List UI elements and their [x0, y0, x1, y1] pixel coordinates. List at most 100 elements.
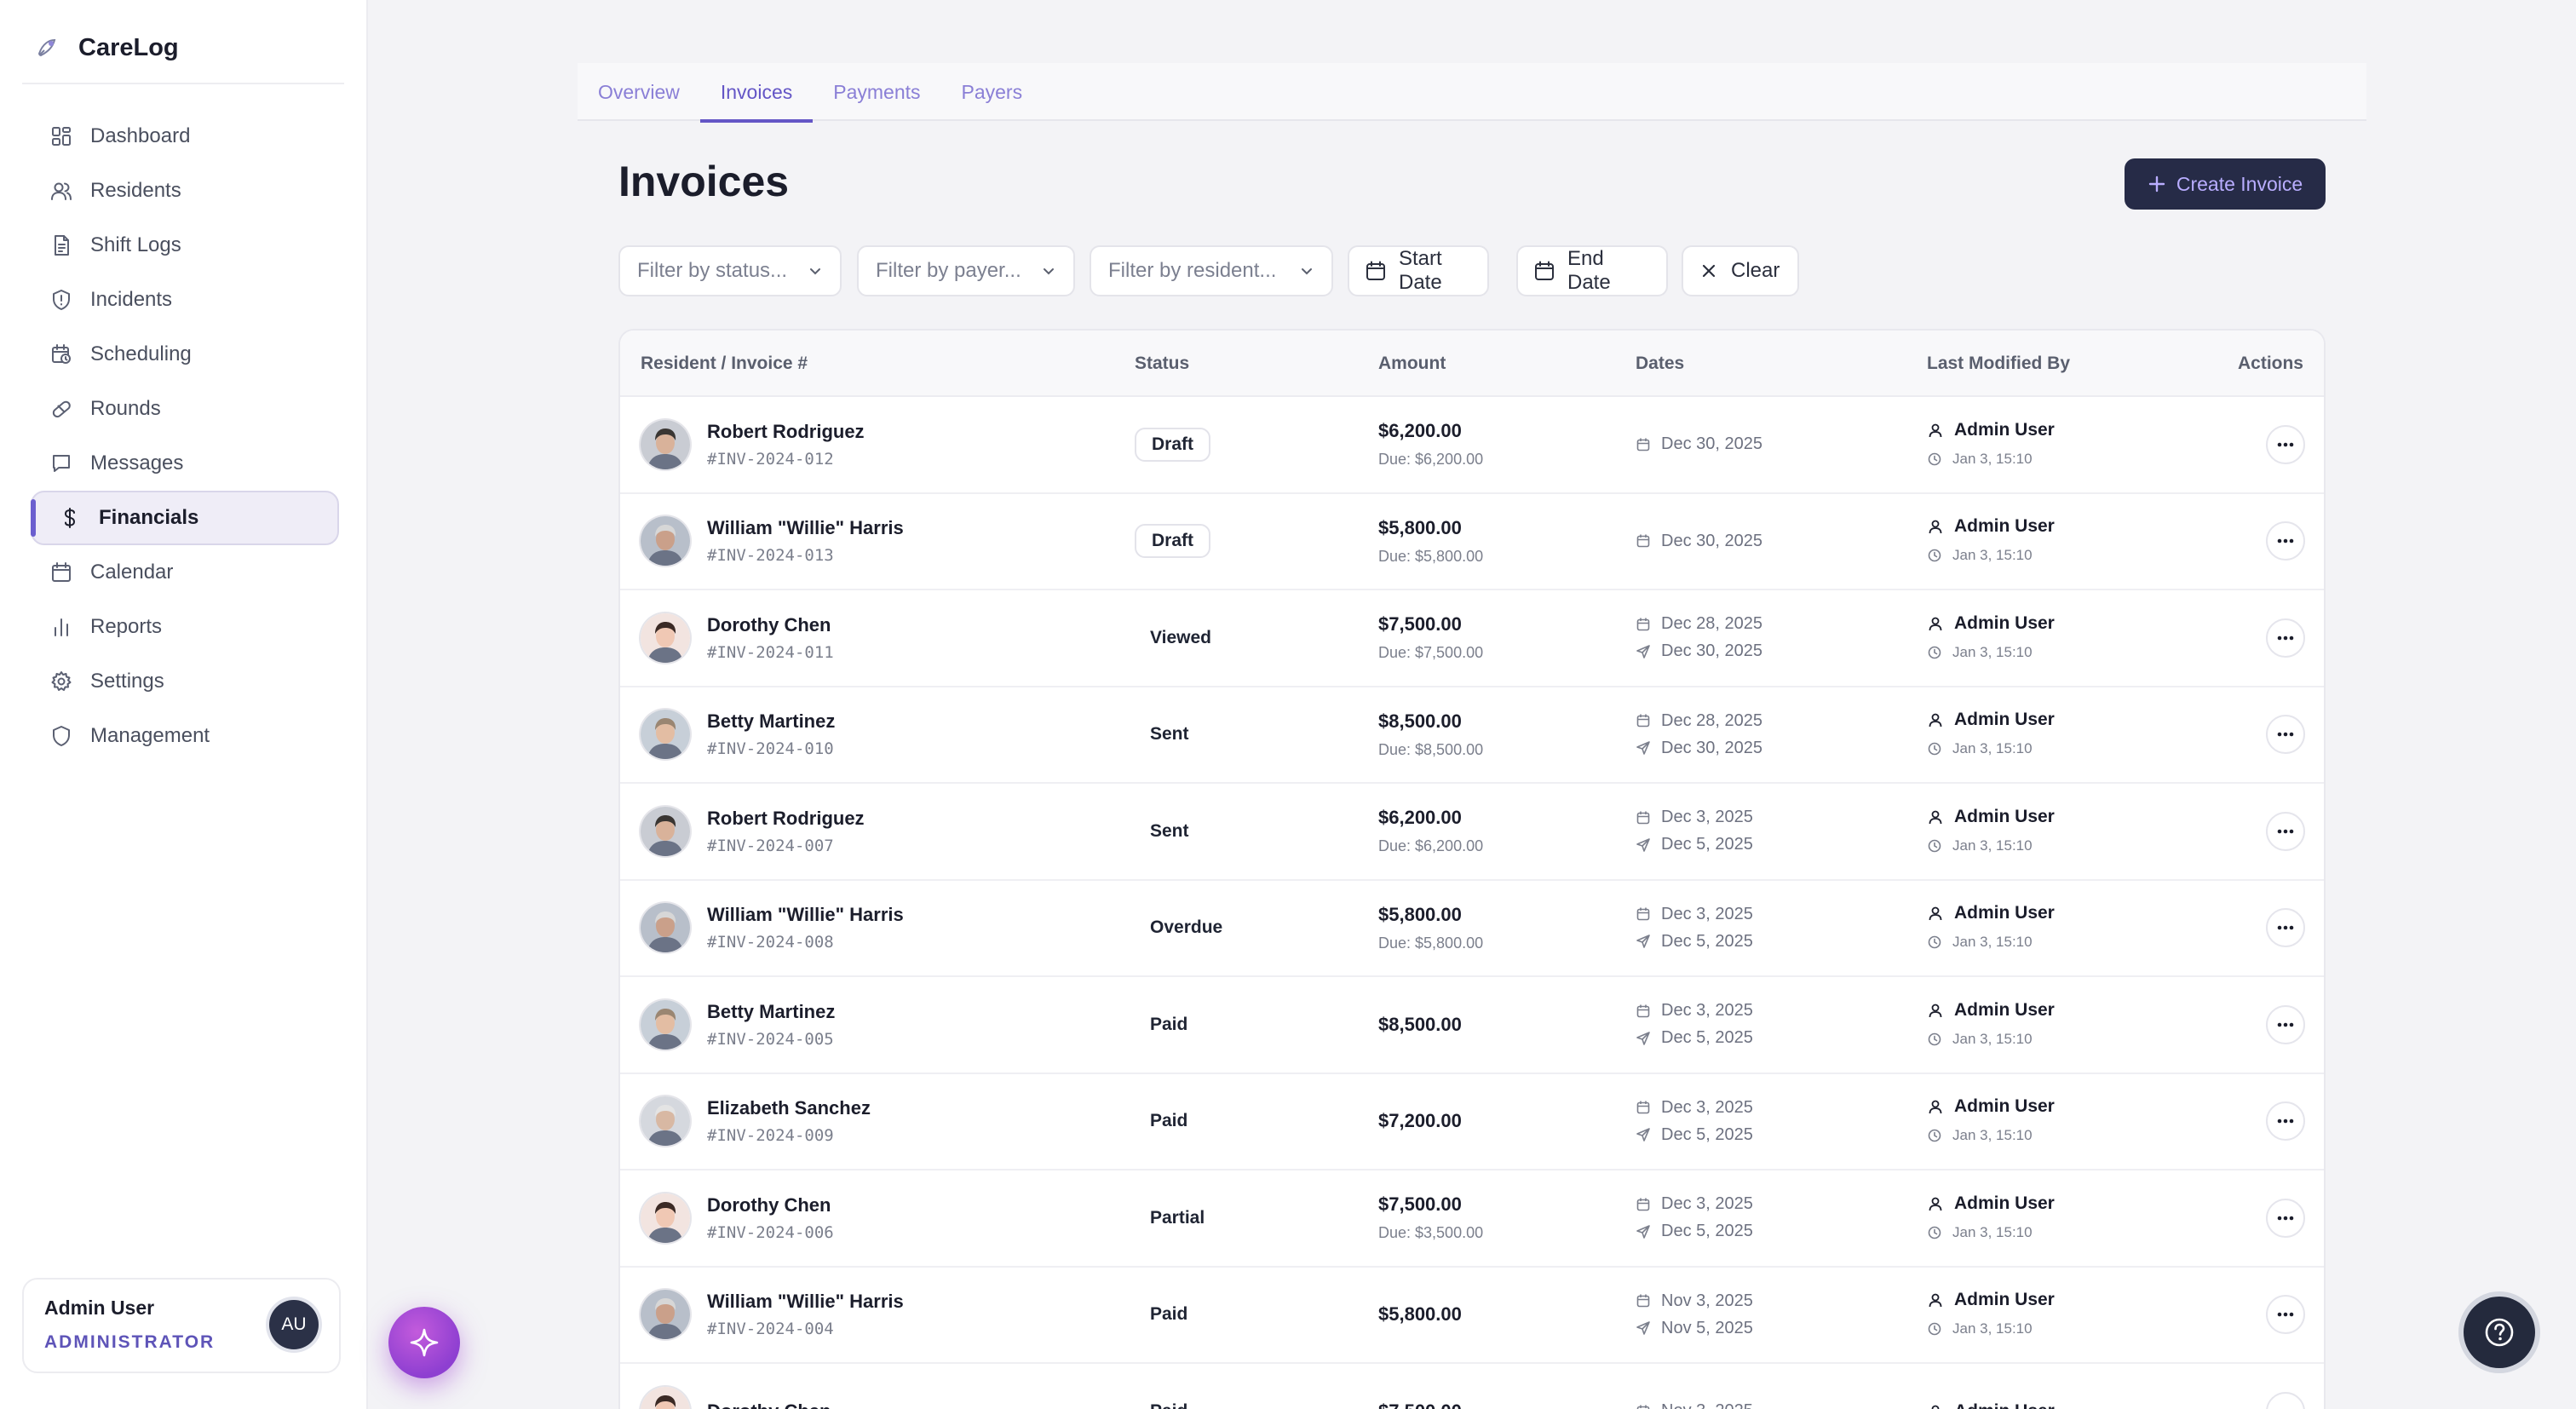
table-row[interactable]: Betty Martinez #INV-2024-005 Paid $8,500… — [620, 977, 2324, 1074]
send-icon — [1636, 1320, 1651, 1336]
row-actions-button[interactable] — [2266, 908, 2305, 947]
sidebar-item-settings[interactable]: Settings — [31, 654, 339, 709]
row-actions-button[interactable] — [2266, 811, 2305, 851]
dates-cell: Dec 3, 2025 Dec 5, 2025 — [1636, 784, 1753, 878]
sidebar-item-dashboard[interactable]: Dashboard — [31, 109, 339, 164]
amount-due: Due: $5,800.00 — [1378, 934, 1484, 952]
sent-date: Dec 5, 2025 — [1661, 1222, 1753, 1240]
resident-name[interactable]: Dorothy Chen — [707, 614, 834, 636]
column-header-resident[interactable]: Resident / Invoice # — [641, 331, 808, 397]
tab-overview[interactable]: Overview — [598, 63, 680, 121]
row-actions-button[interactable] — [2266, 1004, 2305, 1044]
resident-name[interactable]: William "Willie" Harris — [707, 904, 904, 926]
payer-filter-placeholder: Filter by payer... — [876, 259, 1021, 282]
table-row[interactable]: William "Willie" Harris #INV-2024-004 Pa… — [620, 1268, 2324, 1364]
table-row[interactable]: Dorothy Chen #INV-2024-011 Viewed $7,500… — [620, 590, 2324, 687]
actions-cell — [2266, 397, 2305, 492]
table-row[interactable]: Robert Rodriguez #INV-2024-007 Sent $6,2… — [620, 784, 2324, 881]
avatar[interactable]: AU — [269, 1300, 319, 1349]
sidebar-item-financials[interactable]: Financials — [31, 491, 339, 545]
send-icon — [1636, 1127, 1651, 1142]
clear-filters-button[interactable]: Clear — [1682, 245, 1799, 296]
sent-date: Dec 5, 2025 — [1661, 931, 1753, 951]
sent-date: Dec 5, 2025 — [1661, 835, 1753, 854]
brand[interactable]: CareLog — [34, 29, 179, 66]
sidebar-item-management[interactable]: Management — [31, 709, 339, 763]
actions-cell — [2266, 977, 2305, 1072]
row-actions-button[interactable] — [2266, 715, 2305, 754]
message-icon — [48, 450, 75, 477]
tab-payers[interactable]: Payers — [962, 63, 1023, 121]
table-row[interactable]: Elizabeth Sanchez #INV-2024-009 Paid $7,… — [620, 1074, 2324, 1170]
status-badge: Sent — [1150, 724, 1189, 744]
sidebar-item-label: Settings — [90, 670, 164, 693]
calendar-icon — [1636, 1100, 1651, 1115]
divider — [22, 83, 344, 84]
resident-name[interactable]: Robert Rodriguez — [707, 421, 865, 443]
resident-cell: Dorothy Chen #INV-2024-011 — [641, 590, 834, 685]
tab-payments[interactable]: Payments — [833, 63, 920, 121]
resident-name[interactable]: Dorothy Chen — [707, 1400, 831, 1409]
actions-cell — [2266, 1074, 2305, 1169]
table-row[interactable]: Dorothy Chen Paid $7,500.00 Nov 3, 2025 … — [620, 1364, 2324, 1409]
create-invoice-label: Create Invoice — [2176, 172, 2303, 195]
table-row[interactable]: Betty Martinez #INV-2024-010 Sent $8,500… — [620, 687, 2324, 784]
sidebar-item-rounds[interactable]: Rounds — [31, 382, 339, 436]
column-header-dates[interactable]: Dates — [1636, 331, 1684, 397]
row-actions-button[interactable] — [2266, 424, 2305, 464]
user-role: ADMINISTRATOR — [44, 1332, 216, 1352]
ai-assistant-button[interactable] — [388, 1307, 460, 1378]
create-invoice-button[interactable]: Create Invoice — [2125, 158, 2326, 210]
status-cell: Viewed — [1135, 590, 1227, 685]
table-row[interactable]: William "Willie" Harris #INV-2024-013 Dr… — [620, 494, 2324, 590]
resident-name[interactable]: Betty Martinez — [707, 710, 835, 733]
resident-name[interactable]: Betty Martinez — [707, 1001, 835, 1023]
resident-name[interactable]: William "Willie" Harris — [707, 1291, 904, 1313]
modified-by: Admin User — [1954, 1290, 2055, 1309]
more-horizontal-icon — [2276, 1209, 2295, 1228]
sidebar-item-incidents[interactable]: Incidents — [31, 273, 339, 327]
resident-name[interactable]: Elizabeth Sanchez — [707, 1097, 871, 1119]
start-date-button[interactable]: Start Date — [1348, 245, 1489, 296]
row-actions-button[interactable] — [2266, 1391, 2305, 1409]
status-filter[interactable]: Filter by status... — [618, 245, 842, 296]
resident-filter[interactable]: Filter by resident... — [1090, 245, 1333, 296]
payer-filter[interactable]: Filter by payer... — [857, 245, 1075, 296]
column-header-amount[interactable]: Amount — [1378, 331, 1446, 397]
tab-invoices[interactable]: Invoices — [699, 63, 814, 123]
column-header-modified-by[interactable]: Last Modified By — [1927, 331, 2070, 397]
resident-name[interactable]: Dorothy Chen — [707, 1194, 834, 1216]
row-actions-button[interactable] — [2266, 521, 2305, 561]
modified-at: Jan 3, 15:10 — [1952, 1320, 2033, 1337]
sidebar-item-residents[interactable]: Residents — [31, 164, 339, 218]
status-badge: Paid — [1150, 1111, 1188, 1130]
table-row[interactable]: William "Willie" Harris #INV-2024-008 Ov… — [620, 881, 2324, 977]
calendar-icon — [1636, 810, 1651, 825]
row-actions-button[interactable] — [2266, 1101, 2305, 1141]
row-actions-button[interactable] — [2266, 1198, 2305, 1238]
sidebar-item-reports[interactable]: Reports — [31, 600, 339, 654]
resident-name[interactable]: Robert Rodriguez — [707, 808, 865, 830]
dollar-icon — [56, 504, 83, 532]
help-button[interactable] — [2464, 1297, 2535, 1368]
page-title: Invoices — [618, 158, 790, 205]
invoice-amount: $6,200.00 — [1378, 420, 1462, 441]
row-actions-button[interactable] — [2266, 618, 2305, 658]
resident-name[interactable]: William "Willie" Harris — [707, 517, 904, 539]
sidebar-item-calendar[interactable]: Calendar — [31, 545, 339, 600]
modified-by: Admin User — [1954, 903, 2055, 923]
table-row[interactable]: Dorothy Chen #INV-2024-006 Partial $7,50… — [620, 1170, 2324, 1268]
user-card[interactable]: Admin User ADMINISTRATOR AU — [22, 1278, 341, 1373]
sidebar-item-messages[interactable]: Messages — [31, 436, 339, 491]
invoice-date: Dec 28, 2025 — [1661, 710, 1762, 730]
column-header-status[interactable]: Status — [1135, 331, 1189, 397]
resident-cell: William "Willie" Harris #INV-2024-004 — [641, 1268, 904, 1362]
sidebar-item-shift-logs[interactable]: Shift Logs — [31, 218, 339, 273]
modified-cell: Admin User Jan 3, 15:10 — [1927, 1074, 2055, 1169]
dates-cell: Nov 3, 2025 Nov 5, 2025 — [1636, 1268, 1753, 1362]
more-horizontal-icon — [2276, 1015, 2295, 1034]
sidebar-item-scheduling[interactable]: Scheduling — [31, 327, 339, 382]
end-date-button[interactable]: End Date — [1516, 245, 1668, 296]
table-row[interactable]: Robert Rodriguez #INV-2024-012 Draft $6,… — [620, 397, 2324, 494]
row-actions-button[interactable] — [2266, 1295, 2305, 1334]
